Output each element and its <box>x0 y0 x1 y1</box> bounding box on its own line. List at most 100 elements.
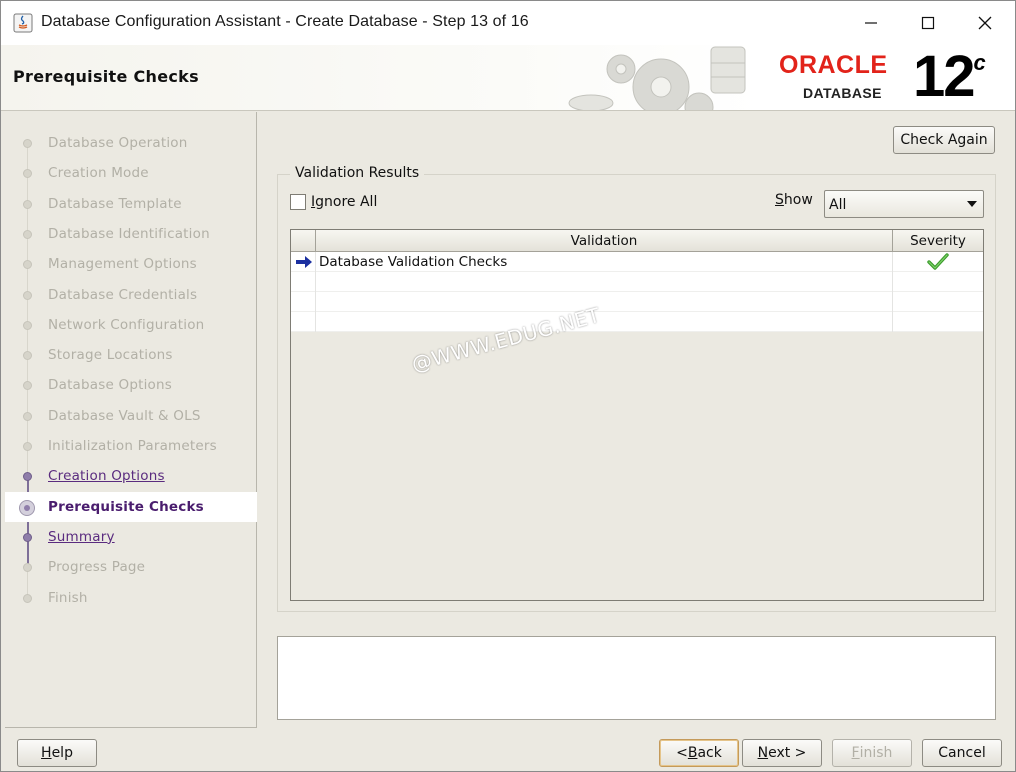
nav-item-creation-mode: Creation Mode <box>5 158 257 188</box>
nav-item-label: Database Vault & OLS <box>48 407 201 424</box>
finish-button[interactable]: Finish <box>832 739 912 767</box>
details-panel <box>277 636 996 720</box>
title-bar: Database Configuration Assistant - Creat… <box>1 1 1015 45</box>
step-indicator-icon <box>23 290 32 300</box>
nav-item-label: Finish <box>48 589 88 606</box>
minimize-button[interactable] <box>849 7 893 39</box>
nav-item-label: Progress Page <box>48 559 146 576</box>
step-indicator-icon <box>23 260 32 270</box>
step-navigator: Database Operation Creation Mode Database … <box>5 112 257 728</box>
table-header: Validation Severity <box>291 230 983 252</box>
next-tail: ext > <box>768 745 807 761</box>
validation-table: Validation Severity Database Validation … <box>290 229 984 601</box>
check-again-label: Check Again <box>900 132 988 148</box>
minimize-icon <box>865 22 877 24</box>
nav-item-initialization-parameters: Initialization Parameters <box>5 431 257 461</box>
nav-item-label: Storage Locations <box>48 347 173 364</box>
validation-results-group: Validation Results Ignore All Show All V… <box>277 165 996 612</box>
close-icon <box>978 16 992 30</box>
step-indicator-icon <box>23 139 32 148</box>
check-icon <box>927 253 949 270</box>
step-indicator-icon <box>23 593 32 603</box>
close-button[interactable] <box>963 7 1007 39</box>
nav-item-database-options: Database Options <box>5 370 257 400</box>
oracle-product-name: DATABASE <box>803 85 882 101</box>
step-indicator-icon <box>23 199 32 209</box>
step-indicator-icon <box>23 442 32 451</box>
table-header-gutter <box>291 230 316 251</box>
arrow-right-icon <box>296 256 312 268</box>
step-indicator-icon <box>23 532 32 542</box>
nav-item-progress-page: Progress Page <box>5 552 257 582</box>
nav-item-label: Database Options <box>48 377 172 394</box>
nav-item-label: Initialization Parameters <box>48 438 217 454</box>
table-row[interactable]: Database Validation Checks <box>291 252 983 272</box>
main-content: Check Again Validation Results Ignore Al… <box>259 112 1015 728</box>
header-banner: Prerequisite Checks ORACLE DATABASE 12c <box>1 45 1015 111</box>
nav-item-label: Database Template <box>48 195 182 212</box>
help-button[interactable]: Help <box>17 739 97 767</box>
row-validation: Database Validation Checks <box>316 252 893 272</box>
nav-item-label: Creation Options <box>48 468 165 485</box>
validation-results-title: Validation Results <box>290 165 425 181</box>
nav-item-label: Management Options <box>48 256 197 273</box>
nav-item-database-operation: Database Operation <box>5 128 257 158</box>
step-indicator-icon <box>23 411 32 421</box>
version-badge: 12c <box>913 45 986 110</box>
finish-tail: inish <box>859 745 893 761</box>
nav-item-creation-options[interactable]: Creation Options <box>5 461 257 491</box>
row-severity <box>893 252 983 272</box>
step-indicator-icon <box>23 229 32 239</box>
nav-item-database-vault-ols: Database Vault & OLS <box>5 401 257 431</box>
gears-graphic <box>568 46 746 110</box>
step-indicator-icon <box>23 351 32 361</box>
table-row-empty <box>291 272 983 292</box>
maximize-icon <box>921 16 935 30</box>
oracle-logo: ORACLE DATABASE <box>779 51 913 103</box>
java-app-icon <box>13 13 33 33</box>
cancel-label: Cancel <box>938 745 986 761</box>
nav-item-label: Database Credentials <box>48 286 198 303</box>
nav-item-label: Database Identification <box>48 225 210 242</box>
nav-item-label: Database Operation <box>48 135 188 151</box>
version-suffix: c <box>973 49 986 75</box>
back-head: < <box>676 745 688 761</box>
back-tail: ack <box>697 745 722 761</box>
step-indicator-icon <box>23 169 32 179</box>
step-indicator-icon <box>23 472 32 482</box>
nav-item-database-template: Database Template <box>5 189 257 219</box>
ignore-all-checkbox[interactable] <box>290 194 306 210</box>
nav-item-management-options: Management Options <box>5 249 257 279</box>
chevron-down-icon <box>967 201 977 207</box>
page-title: Prerequisite Checks <box>13 67 199 86</box>
nav-item-summary[interactable]: Summary <box>5 522 257 552</box>
check-again-button[interactable]: Check Again <box>893 126 995 154</box>
table-row-empty <box>291 292 983 312</box>
nav-item-database-identification: Database Identification <box>5 219 257 249</box>
ignore-all-label[interactable]: Ignore All <box>311 194 377 210</box>
next-button[interactable]: Next > <box>742 739 822 767</box>
nav-item-prerequisite-checks[interactable]: Prerequisite Checks <box>5 491 257 522</box>
show-label: Show <box>775 192 813 208</box>
nav-item-finish: Finish <box>5 583 257 613</box>
nav-item-database-credentials: Database Credentials <box>5 280 257 310</box>
nav-item-storage-locations: Storage Locations <box>5 340 257 370</box>
step-indicator-icon <box>23 320 32 330</box>
column-header-severity[interactable]: Severity <box>893 230 983 251</box>
step-indicator-icon <box>19 499 35 516</box>
nav-item-label: Summary <box>48 528 115 545</box>
help-tail: elp <box>51 745 73 761</box>
maximize-button[interactable] <box>906 7 950 39</box>
step-indicator-icon <box>23 381 32 391</box>
show-filter-dropdown[interactable]: All <box>824 190 984 218</box>
window-title: Database Configuration Assistant - Creat… <box>41 13 529 30</box>
column-header-validation[interactable]: Validation <box>316 230 893 251</box>
show-text: how <box>783 192 813 208</box>
cancel-button[interactable]: Cancel <box>922 739 1002 767</box>
ignore-all-text: gnore All <box>315 194 378 210</box>
nav-item-network-configuration: Network Configuration <box>5 310 257 340</box>
back-button[interactable]: < Back <box>659 739 739 767</box>
version-number: 12 <box>913 45 975 109</box>
oracle-wordmark: ORACLE <box>779 51 888 79</box>
show-filter-value: All <box>829 197 847 213</box>
